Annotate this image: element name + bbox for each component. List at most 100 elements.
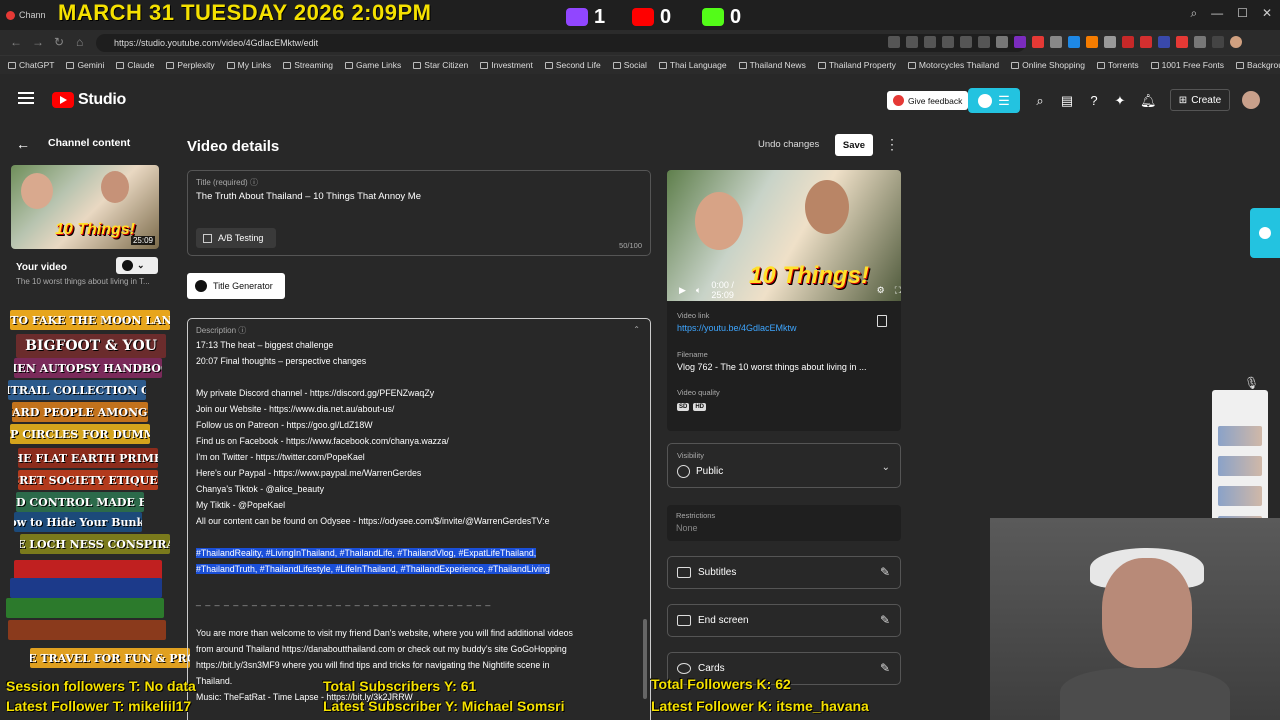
bookmark-item[interactable]: Claude [116,60,154,70]
bookmark-item[interactable]: Thailand News [738,60,806,70]
bookmark-item[interactable]: Game Links [344,60,401,70]
menu-icon[interactable] [18,92,34,104]
bookmark-item[interactable]: Social [612,60,647,70]
help-icon[interactable]: ? [1087,94,1101,108]
fullscreen-icon[interactable]: ⛶ [895,285,901,296]
extension-icon[interactable] [1122,36,1134,48]
bookmark-item[interactable]: Thai Language [658,60,727,70]
bookmark-item[interactable]: Gemini [66,60,104,70]
video-thumbnail[interactable]: 10 Things! 25:09 [11,165,159,249]
tubebuddy-dropdown[interactable]: ⌄ [116,257,158,274]
restrictions-field: Restrictions None [667,505,901,541]
strip-thumbnail[interactable] [1218,486,1262,506]
folder-icon [344,61,353,69]
bookmark-item[interactable]: Torrents [1096,60,1139,70]
bookmark-item[interactable]: Investment [480,60,533,70]
edit-pencil-icon[interactable]: ✎ [880,613,890,627]
home-icon[interactable]: ⌂ [76,35,83,49]
tubebuddy-side-tab[interactable] [1250,208,1280,258]
title-field[interactable]: Title (required) ⓘ The Truth About Thail… [187,170,651,256]
description-text[interactable]: 17:13 The heat – biggest challenge 20:07 … [196,337,644,705]
restrictions-label: Restrictions [676,511,716,520]
search-tabs-icon[interactable]: ⌕ [1190,6,1197,21]
profile-avatar-icon[interactable] [1230,36,1242,48]
bookmark-item[interactable]: Streaming [283,60,333,70]
description-field[interactable]: Description ⓘ ⌃ 17:13 The heat – biggest… [187,318,651,720]
visibility-dropdown[interactable]: Visibility Public ⌄ [667,443,901,488]
save-button[interactable]: Save [835,134,873,156]
captions-icon[interactable]: ▤ [1060,94,1074,108]
minimize-icon[interactable]: — [1211,6,1223,21]
extension-icon[interactable] [924,36,936,48]
extension-icon[interactable] [1050,36,1062,48]
browser-tab[interactable]: Chann [0,4,60,26]
play-icon[interactable]: ▶ [679,285,686,296]
extension-icon[interactable] [960,36,972,48]
forward-arrow-icon[interactable]: → [32,35,44,49]
avatar[interactable] [1242,91,1260,109]
search-icon[interactable]: ⌕ [1033,94,1047,108]
subtitles-row[interactable]: Subtitles ✎ [667,556,901,589]
extension-icon[interactable] [1176,36,1188,48]
extension-icon[interactable] [1140,36,1152,48]
bookmark-item[interactable]: Thailand Property [817,60,896,70]
edit-pencil-icon[interactable]: ✎ [880,565,890,579]
extension-icon[interactable] [1212,36,1224,48]
extension-icon[interactable] [1194,36,1206,48]
tubebuddy-button[interactable]: ☰ [968,88,1020,113]
collapse-icon[interactable]: ⌃ [633,325,640,334]
extension-icon[interactable] [906,36,918,48]
extension-icon[interactable] [888,36,900,48]
end-screen-row[interactable]: End screen ✎ [667,604,901,637]
sparkle-icon[interactable]: ✦ [1113,94,1127,108]
edit-pencil-icon[interactable]: ✎ [880,661,890,675]
bookmark-item[interactable]: ChatGPT [8,60,54,70]
description-line: All our content can be found on Odysee -… [196,516,550,526]
help-circle-icon[interactable]: ⓘ [238,326,246,335]
extension-icon[interactable] [996,36,1008,48]
create-icon: ⊞ [1178,94,1188,106]
channel-content-link[interactable]: Channel content [48,137,130,149]
close-icon[interactable]: ✕ [1262,6,1272,21]
bookmark-item[interactable]: Motorcycles Thailand [907,60,999,70]
extension-icon[interactable] [978,36,990,48]
extension-icon[interactable] [1104,36,1116,48]
strip-thumbnail[interactable] [1218,456,1262,476]
extension-icon[interactable] [1032,36,1044,48]
extension-icon[interactable] [1068,36,1080,48]
strip-thumbnail[interactable] [1218,426,1262,446]
video-link[interactable]: https://youtu.be/4GdlacEMktw [677,323,797,333]
create-button[interactable]: ⊞ Create [1170,89,1230,111]
bookmark-item[interactable]: Star Citizen [413,60,468,70]
undo-changes-button[interactable]: Undo changes [748,134,829,155]
back-arrow-icon[interactable]: ← [10,35,22,49]
title-generator-button[interactable]: Title Generator [187,273,285,299]
video-player[interactable]: 10 Things! ▶ 🔈︎ 0:00 / 25:09 ⚙ ⛶ [667,170,901,301]
bookmark-item[interactable]: 1001 Free Fonts [1150,60,1224,70]
url-field[interactable]: https://studio.youtube.com/video/4GdlacE… [96,34,1026,52]
volume-icon[interactable]: 🔈︎ [696,285,701,296]
studio-logo[interactable]: Studio [52,91,126,109]
maximize-icon[interactable]: ☐ [1237,6,1248,21]
bookmark-item[interactable]: Second Life [544,60,601,70]
extension-icon[interactable] [1158,36,1170,48]
copy-icon[interactable] [877,315,887,327]
bell-icon[interactable]: 🔔︎ [1140,94,1157,108]
bookmark-item[interactable]: Online Shopping [1011,60,1085,70]
help-circle-icon[interactable]: ⓘ [250,178,258,187]
microphone-icon[interactable]: 🎙︎ [1244,376,1259,390]
extension-icon[interactable] [942,36,954,48]
bookmark-item[interactable]: Background Remover [1236,60,1280,70]
title-input[interactable]: The Truth About Thailand – 10 Things Tha… [196,191,421,202]
more-options-icon[interactable]: ⋮ [885,136,899,153]
extension-icon[interactable] [1014,36,1026,48]
give-feedback-button[interactable]: Give feedback [887,91,969,110]
settings-gear-icon[interactable]: ⚙ [877,285,885,296]
bookmark-item[interactable]: My Links [226,60,271,70]
reload-icon[interactable]: ↻ [54,35,64,49]
ab-testing-button[interactable]: A/B Testing [196,228,276,248]
bookmark-item[interactable]: Perplexity [166,60,215,70]
description-scrollbar[interactable] [643,619,647,699]
extension-icon[interactable] [1086,36,1098,48]
back-arrow-icon[interactable]: ← [16,136,30,152]
